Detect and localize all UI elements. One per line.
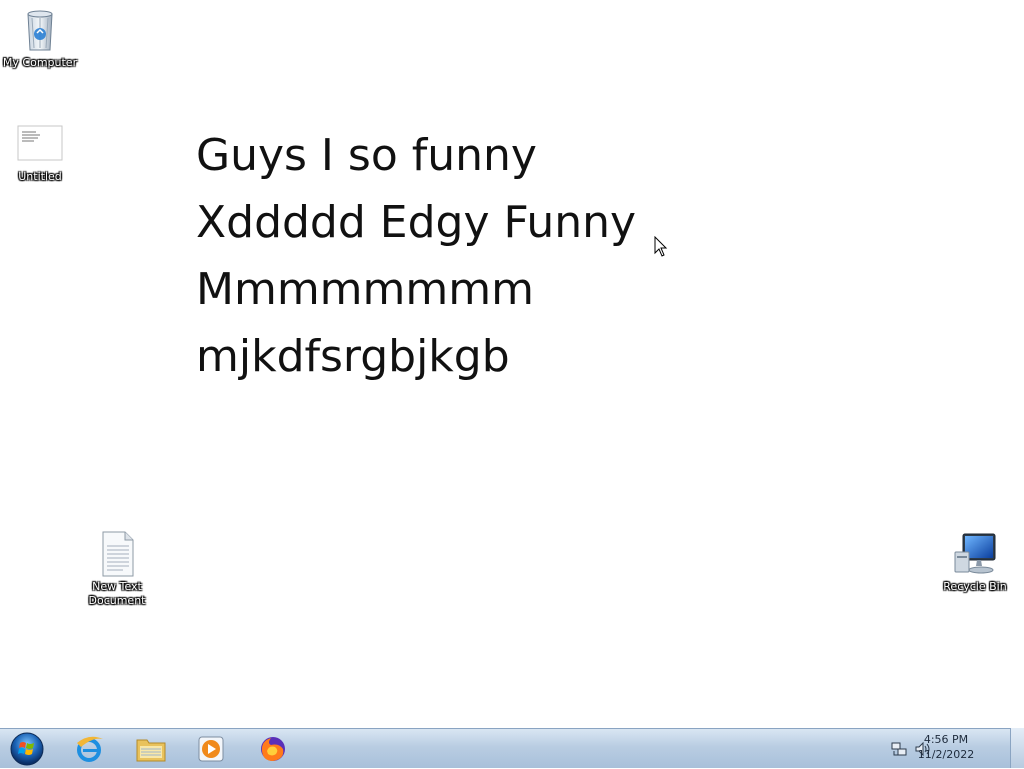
document-thumbnail-icon: [17, 125, 63, 161]
desktop-icon-untitled[interactable]: Untitled: [0, 120, 80, 184]
show-desktop-button[interactable]: [1010, 728, 1024, 768]
desktop-icon-label: Recycle Bin: [943, 580, 1007, 593]
wallpaper-line: Xddddd Edgy Funny: [196, 197, 637, 248]
folder-icon: [136, 739, 166, 762]
taskbar-file-explorer-button[interactable]: [124, 731, 178, 767]
desktop-icon-label: My Computer: [2, 56, 78, 69]
mouse-cursor-icon: [654, 236, 668, 257]
desktop-icon-label: Untitled: [18, 170, 62, 183]
taskbar-firefox-button[interactable]: [246, 731, 300, 767]
wallpaper-line: Guys I so funny: [196, 130, 537, 181]
clock-date: 11/2/2022: [917, 748, 975, 761]
desktop-icon-new-text-document[interactable]: New Text Document: [77, 530, 157, 608]
taskbar-media-player-button[interactable]: [184, 731, 238, 767]
desktop-icon-my-computer[interactable]: My Computer: [0, 6, 80, 70]
desktop[interactable]: My Computer Untitled New Text Document R…: [0, 0, 1024, 728]
firefox-icon: [261, 737, 285, 761]
internet-explorer-icon: [77, 736, 103, 762]
recycle-bin-icon: [27, 10, 53, 51]
wallpaper-line: Mmmmmmmm: [196, 264, 534, 315]
desktop-icon-recycle-bin[interactable]: Recycle Bin: [935, 530, 1015, 594]
desktop-icon-label: New Text Document: [88, 580, 146, 607]
computer-monitor-icon: [954, 533, 996, 574]
wallpaper-text: Guys I so funny Xddddd Edgy Funny Mmmmmm…: [196, 122, 756, 390]
taskbar-internet-explorer-button[interactable]: [62, 731, 116, 767]
media-player-icon: [198, 736, 224, 762]
clock-time: 4:56 PM: [923, 733, 969, 746]
wallpaper-line: mjkdfsrgbjkgb: [196, 331, 510, 382]
taskbar-clock[interactable]: 4:56 PM 11/2/2022: [800, 732, 976, 762]
windows-orb-icon: [10, 732, 44, 766]
text-file-icon: [102, 531, 134, 577]
start-button[interactable]: [2, 729, 52, 769]
